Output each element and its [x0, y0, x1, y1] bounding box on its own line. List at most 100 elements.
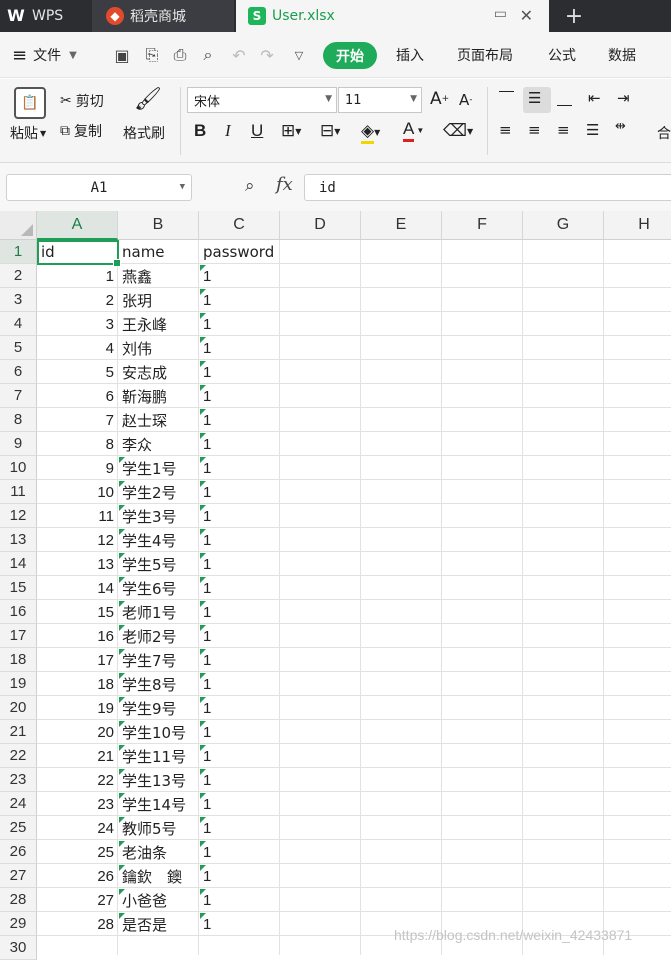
- cell-b18[interactable]: 学生7号: [118, 648, 199, 672]
- row-header-22[interactable]: 22: [0, 744, 37, 768]
- bold-button[interactable]: B: [194, 121, 206, 141]
- clear-format-icon[interactable]: ⌫ ▼: [443, 121, 473, 141]
- paste-button[interactable]: 粘贴 ▼: [10, 123, 46, 143]
- cell-b13[interactable]: 学生4号: [118, 528, 199, 552]
- cell-c22[interactable]: 1: [199, 744, 280, 768]
- formula-input[interactable]: id: [304, 174, 671, 201]
- cell-c3[interactable]: 1: [199, 288, 280, 312]
- cell-b6[interactable]: 安志成: [118, 360, 199, 384]
- insert-function-button[interactable]: fx: [276, 174, 293, 195]
- cell-b7[interactable]: 靳海鹏: [118, 384, 199, 408]
- cell-a23[interactable]: 22: [37, 768, 118, 792]
- undo-icon[interactable]: ↶: [228, 44, 250, 66]
- cell-b14[interactable]: 学生5号: [118, 552, 199, 576]
- cell-a13[interactable]: 12: [37, 528, 118, 552]
- row-header-4[interactable]: 4: [0, 312, 37, 336]
- cell-b4[interactable]: 王永峰: [118, 312, 199, 336]
- print-icon[interactable]: ⎙: [169, 44, 191, 66]
- cell-c26[interactable]: 1: [199, 840, 280, 864]
- row-header-16[interactable]: 16: [0, 600, 37, 624]
- cell-b10[interactable]: 学生1号: [118, 456, 199, 480]
- row-header-25[interactable]: 25: [0, 816, 37, 840]
- row-header-2[interactable]: 2: [0, 264, 37, 288]
- export-pdf-icon[interactable]: ⎘: [141, 44, 163, 66]
- cell-b21[interactable]: 学生10号: [118, 720, 199, 744]
- cell-b24[interactable]: 学生14号: [118, 792, 199, 816]
- copy-button[interactable]: ⧉ 复制: [60, 121, 102, 141]
- distribute-icon[interactable]: ⇹: [615, 119, 626, 134]
- cell-b22[interactable]: 学生11号: [118, 744, 199, 768]
- borders-icon[interactable]: ⊞ ▼: [281, 121, 301, 141]
- cell-c28[interactable]: 1: [199, 888, 280, 912]
- cell-a10[interactable]: 9: [37, 456, 118, 480]
- cell-b15[interactable]: 学生6号: [118, 576, 199, 600]
- cell-c27[interactable]: 1: [199, 864, 280, 888]
- row-header-29[interactable]: 29: [0, 912, 37, 936]
- row-header-28[interactable]: 28: [0, 888, 37, 912]
- cell-b5[interactable]: 刘伟: [118, 336, 199, 360]
- cell-b20[interactable]: 学生9号: [118, 696, 199, 720]
- row-header-10[interactable]: 10: [0, 456, 37, 480]
- cell-c5[interactable]: 1: [199, 336, 280, 360]
- column-header-g[interactable]: G: [523, 211, 604, 240]
- cell-b19[interactable]: 学生8号: [118, 672, 199, 696]
- cell-a11[interactable]: 10: [37, 480, 118, 504]
- row-header-5[interactable]: 5: [0, 336, 37, 360]
- cell-a4[interactable]: 3: [37, 312, 118, 336]
- tab-start[interactable]: 开始: [323, 42, 377, 69]
- align-bottom-icon[interactable]: ⎽: [557, 89, 572, 107]
- row-header-14[interactable]: 14: [0, 552, 37, 576]
- cell-a2[interactable]: 1: [37, 264, 118, 288]
- cell-b16[interactable]: 老师1号: [118, 600, 199, 624]
- customize-toolbar-icon[interactable]: ▽: [288, 44, 310, 66]
- cell-c12[interactable]: 1: [199, 504, 280, 528]
- cell-c24[interactable]: 1: [199, 792, 280, 816]
- row-header-30[interactable]: 30: [0, 936, 37, 960]
- close-tab-icon[interactable]: ✕: [520, 6, 533, 25]
- tab-formulas[interactable]: 公式: [548, 32, 576, 78]
- cell-a29[interactable]: 28: [37, 912, 118, 936]
- row-header-7[interactable]: 7: [0, 384, 37, 408]
- align-middle-icon[interactable]: ☰: [528, 89, 541, 107]
- column-header-f[interactable]: F: [442, 211, 523, 240]
- tab-wps-home[interactable]: W WPS: [0, 0, 90, 32]
- cell-c25[interactable]: 1: [199, 816, 280, 840]
- column-header-h[interactable]: H: [604, 211, 671, 240]
- cell-c2[interactable]: 1: [199, 264, 280, 288]
- cell-b26[interactable]: 老油条: [118, 840, 199, 864]
- column-header-e[interactable]: E: [361, 211, 442, 240]
- cell-b2[interactable]: 燕鑫: [118, 264, 199, 288]
- cell-a19[interactable]: 18: [37, 672, 118, 696]
- row-header-20[interactable]: 20: [0, 696, 37, 720]
- new-tab-button[interactable]: +: [556, 0, 592, 32]
- cell-a22[interactable]: 21: [37, 744, 118, 768]
- cell-a21[interactable]: 20: [37, 720, 118, 744]
- decrease-font-icon[interactable]: A-: [459, 91, 473, 109]
- cell-b28[interactable]: 小爸爸: [118, 888, 199, 912]
- row-header-3[interactable]: 3: [0, 288, 37, 312]
- cell-c14[interactable]: 1: [199, 552, 280, 576]
- cell-c15[interactable]: 1: [199, 576, 280, 600]
- fill-color-icon[interactable]: ◈ ▼: [361, 121, 380, 144]
- decrease-indent-icon[interactable]: ⇤: [588, 89, 601, 107]
- cell-b25[interactable]: 教师5号: [118, 816, 199, 840]
- cell-b17[interactable]: 老师2号: [118, 624, 199, 648]
- row-header-19[interactable]: 19: [0, 672, 37, 696]
- cell-a6[interactable]: 5: [37, 360, 118, 384]
- cell-b3[interactable]: 张玥: [118, 288, 199, 312]
- row-header-17[interactable]: 17: [0, 624, 37, 648]
- save-icon[interactable]: ▣: [111, 44, 133, 66]
- cell-c9[interactable]: 1: [199, 432, 280, 456]
- cell-c13[interactable]: 1: [199, 528, 280, 552]
- increase-indent-icon[interactable]: ⇥: [617, 89, 630, 107]
- row-header-26[interactable]: 26: [0, 840, 37, 864]
- tab-data[interactable]: 数据: [608, 32, 636, 78]
- cell-c11[interactable]: 1: [199, 480, 280, 504]
- align-center-icon[interactable]: ≡: [528, 121, 541, 139]
- tab-page-layout[interactable]: 页面布局: [457, 32, 513, 78]
- cell-a17[interactable]: 16: [37, 624, 118, 648]
- justify-icon[interactable]: ☰: [586, 121, 599, 139]
- cell-c19[interactable]: 1: [199, 672, 280, 696]
- align-left-icon[interactable]: ≡: [499, 121, 512, 139]
- cell-c10[interactable]: 1: [199, 456, 280, 480]
